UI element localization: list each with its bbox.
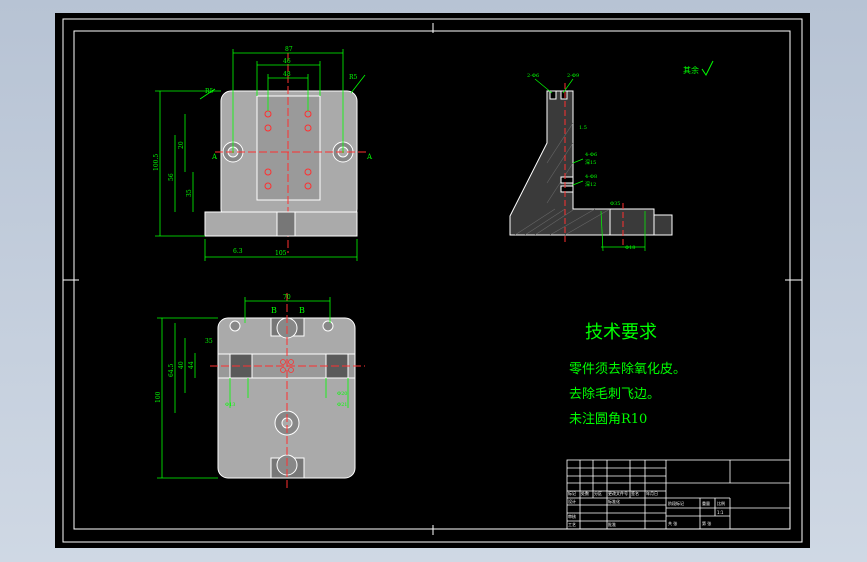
tb-cell-date: 年月日 [646, 490, 658, 496]
side-label-2: 深15 [585, 159, 596, 166]
side-view: 2-Φ6 2-Φ9 4-Φ6 深15 4-Φ8 深12 Φ35 Φ18 1.5 [509, 73, 673, 252]
side-label-small: 1.5 [579, 125, 587, 131]
front-dim-holes: 48 [283, 71, 291, 78]
side-label-phi35: Φ35 [610, 201, 620, 207]
top-dim-44: 44 [188, 361, 195, 369]
tb-cell-ratio: 1:1 [717, 510, 724, 515]
top-dim-width: 70 [283, 294, 291, 301]
title-block-text: 标记 处数 分区 更改文件号 签名 年月日 设计 标准化 审核 工艺 批准 阶段… [568, 490, 725, 527]
top-sec-left: B [271, 306, 277, 315]
tb-cell-std: 标准化 [608, 498, 620, 504]
top-dim-40: 40 [178, 361, 185, 369]
tb-cell-sign: 签名 [631, 490, 639, 496]
cad-viewport[interactable]: 87 46 48 100.5 56 20 35 105 6.3 R5 R5 A … [55, 13, 810, 548]
front-view: 87 46 48 100.5 56 20 35 105 6.3 R5 R5 A … [153, 46, 373, 261]
tech-req-line-1: 零件须去除氧化皮。 [569, 362, 686, 377]
roughness-note: 其余 [683, 60, 714, 76]
cad-drawing: 87 46 48 100.5 56 20 35 105 6.3 R5 R5 A … [62, 18, 803, 543]
tb-cell-zone: 分区 [594, 490, 602, 496]
front-dim-56: 56 [168, 173, 175, 181]
tb-cell-sheet: 第 张 [702, 520, 711, 526]
side-label-top1: 2-Φ6 [527, 73, 539, 79]
front-dim-35: 35 [186, 189, 193, 197]
tech-req-title: 技术要求 [585, 322, 657, 343]
front-radius-right: R5 [349, 74, 358, 81]
tb-cell-process: 工艺 [568, 522, 576, 527]
tb-cell-count: 处数 [581, 490, 589, 496]
front-roughness: 6.3 [233, 248, 243, 255]
tb-cell-mark: 标记 [568, 490, 576, 496]
tb-cell-stage: 阶段标记 [668, 500, 684, 506]
top-dim-645: 64.5 [168, 363, 175, 377]
tb-cell-doc: 更改文件号 [608, 490, 628, 496]
front-section-label: A [366, 153, 373, 161]
side-label-1: 4-Φ6 [585, 152, 597, 158]
tb-cell-weight: 重量 [702, 500, 710, 506]
tb-cell-total: 共 张 [668, 520, 677, 526]
top-view: 70 B B 100 64.5 40 44 35 Φ13 Φ20 Φ21 [155, 293, 365, 488]
side-label-phi18: Φ18 [625, 245, 635, 251]
top-dim-35: 35 [205, 338, 213, 345]
inner-border [73, 30, 791, 530]
side-label-top2: 2-Φ9 [567, 73, 579, 79]
tb-cell-design: 设计 [568, 498, 576, 504]
tech-req-line-2: 去除毛刺飞边。 [569, 387, 660, 402]
side-label-3: 4-Φ8 [585, 174, 597, 180]
front-dim-slot: 46 [283, 58, 291, 65]
front-dim-bottom: 105 [275, 250, 287, 257]
top-label-phi21: Φ21 [337, 402, 347, 408]
tech-requirements: 技术要求 零件须去除氧化皮。 去除毛刺飞边。 未注圆角R10 [569, 322, 686, 427]
tech-req-line-3: 未注圆角R10 [569, 412, 647, 427]
tb-cell-approve: 批准 [608, 521, 616, 527]
front-dim-width: 87 [285, 46, 293, 53]
tb-cell-scale: 比例 [717, 500, 725, 506]
tb-cell-review: 审核 [568, 513, 576, 519]
front-dim-height: 100.5 [153, 154, 160, 171]
side-label-4: 深12 [585, 181, 596, 188]
top-label-phi13: Φ13 [225, 402, 235, 408]
front-arrow-label: A [211, 153, 218, 161]
roughness-label: 其余 [683, 65, 699, 75]
outer-border [62, 18, 803, 543]
front-radius: R5 [205, 88, 214, 95]
top-dim-100: 100 [155, 391, 162, 403]
top-sec-right: B [299, 306, 305, 315]
top-label-phi20: Φ20 [337, 391, 347, 397]
front-dim-20: 20 [178, 141, 185, 149]
